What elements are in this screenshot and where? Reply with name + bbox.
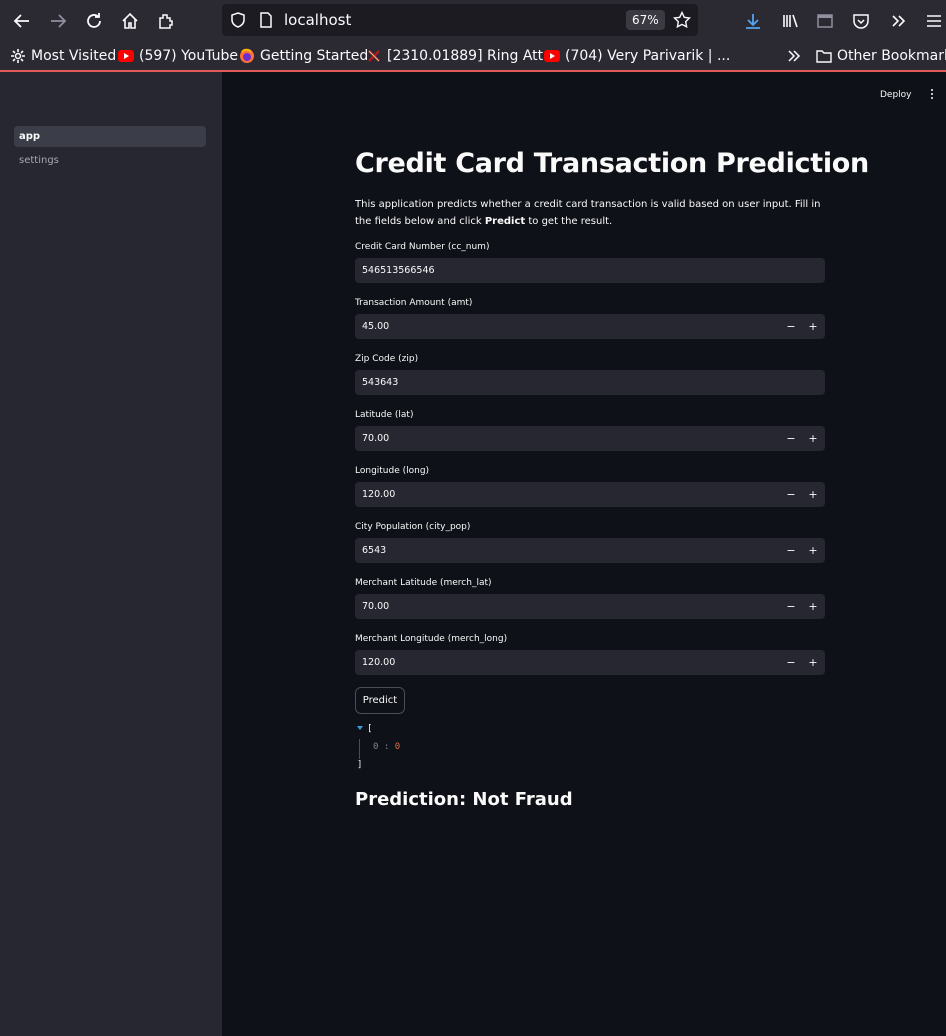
json-key: 0	[373, 742, 379, 752]
merch-long-label: Merchant Longitude (merch_long)	[355, 634, 508, 644]
bookmark-label: (704) Very Parivarik | ...	[565, 48, 731, 64]
merch-long-value[interactable]: 120.00	[362, 657, 395, 668]
zip-input[interactable]: 543643	[355, 370, 825, 395]
other-bookmarks[interactable]: Other Bookmarks	[816, 46, 946, 66]
zip-value[interactable]: 543643	[362, 377, 398, 388]
bookmark-most-visited[interactable]: Most Visited	[10, 46, 116, 66]
other-bookmarks-label: Other Bookmarks	[837, 48, 946, 64]
collapse-caret-icon[interactable]	[357, 726, 363, 730]
merch-lat-input[interactable]: 70.00 − +	[355, 594, 825, 619]
zoom-badge[interactable]: 67%	[626, 10, 665, 30]
long-label: Longitude (long)	[355, 466, 430, 476]
sidebar-item-settings[interactable]: settings	[14, 150, 206, 171]
sidebar: app settings	[0, 72, 222, 1036]
arxiv-icon	[366, 48, 382, 64]
reload-icon[interactable]	[82, 9, 106, 33]
long-value[interactable]: 120.00	[362, 489, 395, 500]
lat-decrement-button[interactable]: −	[781, 426, 801, 451]
city-pop-label: City Population (city_pop)	[355, 522, 471, 532]
bookmark-youtube[interactable]: (597) YouTube	[118, 46, 238, 66]
star-icon[interactable]	[670, 8, 694, 32]
cc-num-input[interactable]: 546513566546	[355, 258, 825, 283]
bookmark-label: Getting Started	[260, 48, 369, 64]
deploy-button[interactable]: Deploy	[880, 90, 912, 100]
cc-num-value[interactable]: 546513566546	[362, 265, 435, 276]
youtube-icon	[544, 48, 560, 64]
bookmark-getting-started[interactable]: Getting Started	[239, 46, 368, 66]
amt-label: Transaction Amount (amt)	[355, 298, 473, 308]
download-icon[interactable]	[741, 9, 765, 33]
url-bar[interactable]: localhost 67%	[222, 4, 698, 36]
sidebar-toggle-icon[interactable]	[813, 9, 837, 33]
zip-label: Zip Code (zip)	[355, 354, 419, 364]
overflow-chevron-icon[interactable]	[886, 9, 910, 33]
bookmarks-bar: Most Visited (597) YouTube Getting Start…	[0, 42, 946, 72]
amt-input[interactable]: 45.00 − +	[355, 314, 825, 339]
bookmark-arxiv[interactable]: [2310.01889] Ring Att...	[366, 46, 556, 66]
amt-increment-button[interactable]: +	[803, 314, 823, 339]
city-pop-decrement-button[interactable]: −	[781, 538, 801, 563]
city-pop-value[interactable]: 6543	[362, 545, 386, 556]
merch-long-increment-button[interactable]: +	[803, 650, 823, 675]
firefox-icon	[239, 48, 255, 64]
long-decrement-button[interactable]: −	[781, 482, 801, 507]
bookmark-label: (597) YouTube	[139, 48, 239, 64]
merch-lat-decrement-button[interactable]: −	[781, 594, 801, 619]
youtube-icon	[118, 48, 134, 64]
bookmarks-overflow-icon[interactable]	[786, 46, 802, 66]
more-options-icon[interactable]	[928, 87, 936, 101]
sidebar-item-app[interactable]: app	[14, 126, 206, 147]
json-close-bracket: ]	[357, 760, 363, 770]
amt-value[interactable]: 45.00	[362, 321, 389, 332]
merch-lat-increment-button[interactable]: +	[803, 594, 823, 619]
merch-long-decrement-button[interactable]: −	[781, 650, 801, 675]
city-pop-increment-button[interactable]: +	[803, 538, 823, 563]
prediction-result: Prediction: Not Fraud	[355, 789, 573, 810]
merch-lat-value[interactable]: 70.00	[362, 601, 389, 612]
bookmark-label: Most Visited	[31, 48, 117, 64]
json-indent-guide	[359, 739, 360, 759]
bookmark-youtube-2[interactable]: (704) Very Parivarik | ...	[544, 46, 730, 66]
back-icon[interactable]	[10, 9, 34, 33]
lat-input[interactable]: 70.00 − +	[355, 426, 825, 451]
merch-long-input[interactable]: 120.00 − +	[355, 650, 825, 675]
page-icon	[254, 8, 278, 32]
library-icon[interactable]	[778, 9, 802, 33]
browser-toolbar: localhost 67%	[0, 0, 946, 42]
extensions-icon[interactable]	[154, 9, 178, 33]
json-separator: :	[383, 742, 390, 752]
forward-icon[interactable]	[46, 9, 70, 33]
lat-increment-button[interactable]: +	[803, 426, 823, 451]
description-bold: Predict	[484, 216, 526, 227]
cc-num-label: Credit Card Number (cc_num)	[355, 242, 490, 252]
description-text-end: to get the result.	[525, 216, 613, 227]
home-icon[interactable]	[118, 9, 142, 33]
json-value: 0	[394, 742, 401, 752]
merch-lat-label: Merchant Latitude (merch_lat)	[355, 578, 492, 588]
gear-icon	[10, 48, 26, 64]
menu-icon[interactable]	[922, 9, 946, 33]
lat-value[interactable]: 70.00	[362, 433, 389, 444]
long-input[interactable]: 120.00 − +	[355, 482, 825, 507]
bookmark-label: [2310.01889] Ring Att...	[387, 48, 557, 64]
city-pop-input[interactable]: 6543 − +	[355, 538, 825, 563]
json-entry: 0 : 0	[373, 742, 400, 752]
pocket-icon[interactable]	[849, 9, 873, 33]
description: This application predicts whether a cred…	[355, 196, 825, 230]
url-text[interactable]: localhost	[284, 11, 351, 29]
lat-label: Latitude (lat)	[355, 410, 414, 420]
page-title: Credit Card Transaction Prediction	[355, 148, 869, 179]
folder-icon	[816, 48, 832, 64]
long-increment-button[interactable]: +	[803, 482, 823, 507]
shield-icon[interactable]	[226, 8, 250, 32]
predict-button[interactable]: Predict	[355, 687, 405, 714]
json-open-bracket: [	[367, 724, 373, 734]
amt-decrement-button[interactable]: −	[781, 314, 801, 339]
